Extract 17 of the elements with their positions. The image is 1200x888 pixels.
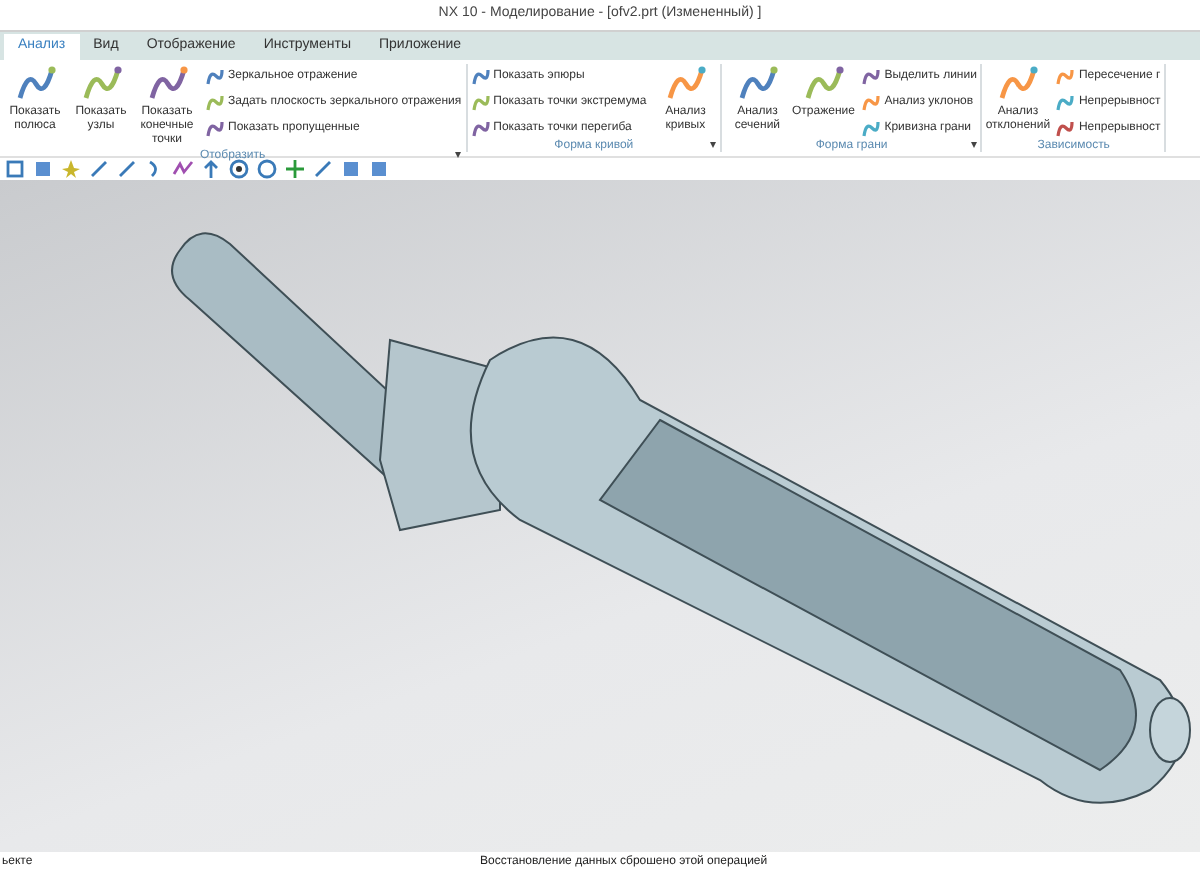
wave-icon[interactable]: [172, 158, 194, 180]
square-icon[interactable]: [4, 158, 26, 180]
star-icon[interactable]: [60, 158, 82, 180]
arrow-icon[interactable]: [200, 158, 222, 180]
curve-icon: [665, 64, 706, 104]
curve-icon: [803, 64, 844, 104]
line-icon[interactable]: [116, 158, 138, 180]
line-icon[interactable]: [88, 158, 110, 180]
curve-icon: [997, 64, 1038, 104]
curve-icon: [737, 64, 778, 104]
curve-icon: [147, 64, 187, 104]
curve-icon: [15, 64, 55, 104]
plus-icon[interactable]: [284, 158, 306, 180]
circle-icon[interactable]: [256, 158, 278, 180]
curve-icon: [81, 64, 121, 104]
target-icon[interactable]: [228, 158, 250, 180]
line-icon[interactable]: [312, 158, 334, 180]
